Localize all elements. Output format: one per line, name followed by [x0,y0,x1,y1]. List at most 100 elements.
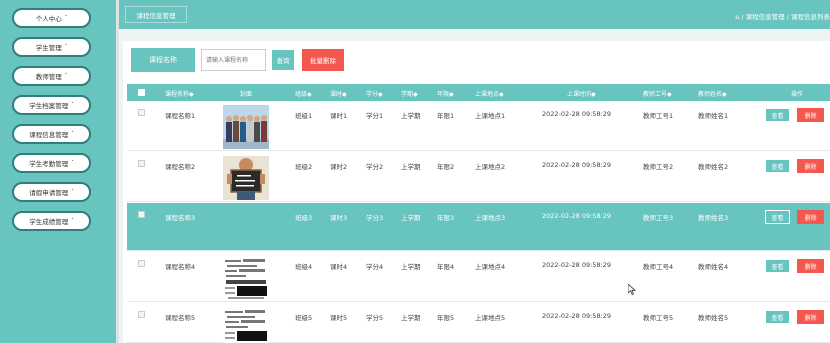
delete-button[interactable]: 删除 [797,210,824,224]
cell-course-name: 课程名称3 [165,214,196,222]
row-checkbox[interactable] [138,211,145,218]
sidebar-item-personal-center[interactable]: 个人中心 ˅ [12,8,91,28]
mouse-pointer-icon [627,283,637,298]
cell-years: 年限3 [437,214,455,222]
sidebar-item-student-archive[interactable]: 学生档案管理 ˅ [12,95,91,115]
header-class[interactable]: 班级◆ [295,89,312,98]
chevron-down-icon: ˅ [71,160,74,166]
cover-image [223,307,269,343]
cell-term: 上学期 [401,112,421,120]
sidebar-item-course-info[interactable]: 课程信息管理 ˅ [12,124,91,144]
header-actions: 操作 [791,91,804,98]
cell-term: 上学期 [401,214,421,222]
cell-years: 年限2 [437,163,455,171]
course-name-label: 课程名称 [131,48,195,72]
cell-hours: 课时5 [330,314,348,322]
cell-credit: 学分2 [366,163,384,171]
cell-hours: 课时1 [330,112,348,120]
cell-time: 2022-02-28 09:58:29 [542,312,612,320]
cell-credit: 学分5 [366,314,384,322]
sidebar-item-attendance[interactable]: 学生考勤管理 ˅ [12,153,91,173]
cell-teacher-no: 教师工号1 [643,112,674,120]
header-location[interactable]: 上课地点◆ [475,89,504,98]
cell-term: 上学期 [401,263,421,271]
search-bar: 课程名称 查询 批量删除 [131,48,344,72]
table-row-selected[interactable]: 课程名称3 班级3 课时3 学分3 上学期 年限3 上课地点3 2022-02-… [127,203,830,251]
sidebar-item-teacher-management[interactable]: 教师管理 ˅ [12,66,91,86]
cell-teacher-name: 教师姓名3 [698,214,729,222]
table-row[interactable]: 课程名称1 班级1 课时1 学分1 上学期 年限1 上课地点1 2022-02-… [127,101,830,151]
cell-years: 年限1 [437,112,455,120]
chevron-down-icon: ˅ [64,15,68,21]
main-content: 课程名称 查询 批量删除 课程名称◆ 封面 班级◆ 课时◆ 学分◆ 学期◆ 年限… [119,29,830,343]
cell-time: 2022-02-28 09:58:29 [542,261,612,269]
cell-term: 上学期 [401,314,421,322]
header-credit[interactable]: 学分◆ [366,89,383,98]
table-row[interactable]: 课程名称5 班级5 课时5 学分5 上学期 年限5 上课地点5 2022-02-… [127,303,830,343]
row-checkbox[interactable] [138,260,145,267]
row-checkbox[interactable] [138,109,145,116]
row-checkbox[interactable] [138,160,145,167]
select-all-checkbox[interactable] [138,89,145,96]
list-panel: 课程名称 查询 批量删除 课程名称◆ 封面 班级◆ 课时◆ 学分◆ 学期◆ 年限… [123,41,830,343]
delete-button[interactable]: 删除 [797,108,824,122]
view-button[interactable]: 查看 [765,310,790,324]
cell-course-name: 课程名称2 [165,163,196,171]
row-checkbox[interactable] [138,311,145,318]
cell-credit: 学分4 [366,263,384,271]
header-cover: 封面 [240,91,253,98]
cell-hours: 课时4 [330,263,348,271]
header-teacher-name[interactable]: 教师姓名◆ [698,89,727,98]
cell-years: 年限5 [437,314,455,322]
cell-course-name: 课程名称5 [165,314,196,322]
table-row[interactable]: 课程名称4 班级4 课时4 学分4 上学期 年限4 上课地点4 2022-02-… [127,252,830,302]
header-time[interactable]: 上课时间◆ [567,89,596,98]
cell-term: 上学期 [401,163,421,171]
chevron-down-icon: ˅ [64,73,68,79]
sidebar-item-leave-request[interactable]: 请假申请管理 ˅ [12,182,91,202]
cell-class: 班级1 [295,112,313,120]
breadcrumb: ⌂ / 课程信息管理 / 课程信息列表 [735,13,830,21]
cell-time: 2022-02-28 09:58:29 [542,212,612,220]
cell-location: 上课地点2 [475,163,506,171]
batch-delete-button[interactable]: 批量删除 [302,49,344,71]
cell-location: 上课地点4 [475,263,506,271]
cell-teacher-name: 教师姓名5 [698,314,729,322]
cell-time: 2022-02-28 09:58:29 [542,161,612,169]
view-button[interactable]: 查看 [765,210,790,224]
module-tab[interactable]: 课程信息管理 [125,6,187,23]
header-hours[interactable]: 课时◆ [330,89,347,98]
view-button[interactable]: 查看 [765,108,790,122]
table-header: 课程名称◆ 封面 班级◆ 课时◆ 学分◆ 学期◆ 年限◆ 上课地点◆ 上课时间◆… [127,84,830,101]
cell-years: 年限4 [437,263,455,271]
header-years[interactable]: 年限◆ [437,89,454,98]
cell-time: 2022-02-28 09:58:29 [542,110,612,118]
cell-teacher-name: 教师姓名1 [698,112,729,120]
cell-credit: 学分3 [366,214,384,222]
cover-image [223,256,269,300]
cell-credit: 学分1 [366,112,384,120]
query-button[interactable]: 查询 [272,50,294,70]
cell-location: 上课地点1 [475,112,506,120]
cell-teacher-name: 教师姓名4 [698,263,729,271]
search-input[interactable] [201,49,266,71]
cell-hours: 课时2 [330,163,348,171]
view-button[interactable]: 查看 [765,259,790,273]
chevron-down-icon: ˅ [71,189,74,195]
sidebar-item-grades[interactable]: 学生成绩管理 ˅ [12,211,91,231]
table-row[interactable]: 课程名称2 班级2 课时2 学分2 上学期 年限2 上课地点2 2022-02-… [127,152,830,202]
header-course-name[interactable]: 课程名称◆ [165,89,194,98]
delete-button[interactable]: 删除 [797,259,824,273]
cell-teacher-no: 教师工号5 [643,314,674,322]
header-teacher-no[interactable]: 教师工号◆ [643,89,672,98]
sidebar-item-student-management[interactable]: 学生管理 ˅ [12,37,91,57]
cell-hours: 课时3 [330,214,348,222]
cell-teacher-no: 教师工号4 [643,263,674,271]
delete-button[interactable]: 删除 [797,310,824,324]
view-button[interactable]: 查看 [765,159,790,173]
cell-location: 上课地点5 [475,314,506,322]
header-term[interactable]: 学期◆ [401,89,418,98]
cell-course-name: 课程名称1 [165,112,196,120]
cell-teacher-name: 教师姓名2 [698,163,729,171]
delete-button[interactable]: 删除 [797,159,824,173]
